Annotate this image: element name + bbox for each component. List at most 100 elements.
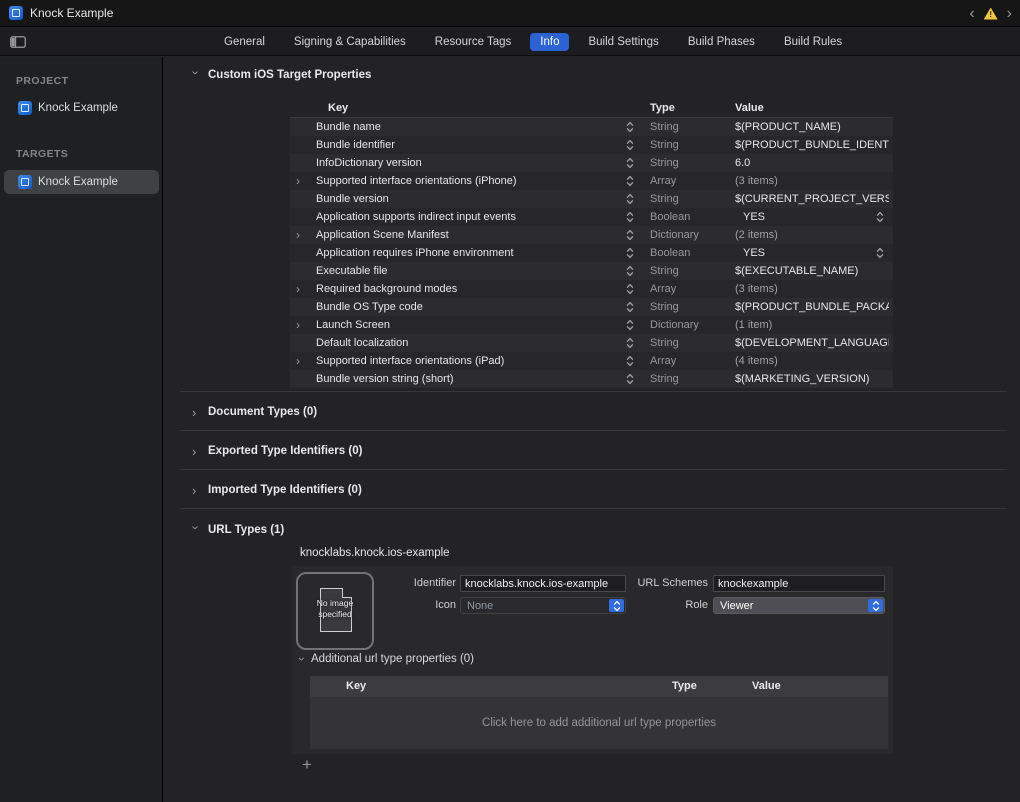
property-key-label: Supported interface orientations (iPhone…	[316, 172, 618, 190]
property-value[interactable]: 6.0	[735, 154, 889, 172]
key-stepper-icon[interactable]	[626, 318, 634, 332]
property-value[interactable]: $(PRODUCT_BUNDLE_PACKAGE_TYPE)	[735, 298, 889, 316]
url-schemes-input[interactable]	[713, 575, 885, 592]
key-stepper-icon[interactable]	[626, 354, 634, 368]
key-stepper-icon[interactable]	[626, 372, 634, 386]
tab-resource-tags[interactable]: Resource Tags	[425, 33, 522, 51]
property-row[interactable]: › Supported interface orientations (iPho…	[290, 172, 893, 190]
section-title: Document Types (0)	[208, 406, 317, 418]
property-value[interactable]: $(PRODUCT_BUNDLE_IDENTIFIER)	[735, 136, 889, 154]
disclosure-chevron-icon[interactable]: ›	[296, 280, 300, 298]
key-stepper-icon[interactable]	[626, 282, 634, 296]
property-type-label: Array	[650, 172, 730, 190]
warning-icon[interactable]	[984, 8, 998, 20]
key-stepper-icon[interactable]	[626, 174, 634, 188]
column-header-type: Type	[672, 676, 697, 697]
disclosure-chevron-icon[interactable]: ›	[296, 316, 300, 334]
forward-chevron-icon[interactable]: ›	[1007, 6, 1012, 22]
additional-properties-empty-area[interactable]: Click here to add additional url type pr…	[310, 697, 888, 749]
property-value[interactable]: $(CURRENT_PROJECT_VERSION)	[735, 190, 889, 208]
property-row[interactable]: › Application supports indirect input ev…	[290, 208, 893, 226]
project-section-header: PROJECT	[16, 75, 68, 87]
column-header-type: Type	[650, 100, 675, 117]
chevron-down-icon[interactable]: ›	[190, 525, 203, 533]
property-row[interactable]: › Supported interface orientations (iPad…	[290, 352, 893, 370]
sidebar-item-target[interactable]: Knock Example	[4, 170, 159, 194]
tab-build-rules[interactable]: Build Rules	[774, 33, 852, 51]
section-title: Exported Type Identifiers (0)	[208, 445, 362, 457]
property-row[interactable]: › Bundle OS Type code String $(PRODUCT_B…	[290, 298, 893, 316]
value-stepper-icon[interactable]	[876, 246, 884, 260]
chevron-down-icon[interactable]: ›	[295, 657, 309, 661]
column-header-value: Value	[752, 676, 781, 697]
property-row[interactable]: › Bundle version String $(CURRENT_PROJEC…	[290, 190, 893, 208]
key-stepper-icon[interactable]	[626, 192, 634, 206]
project-app-icon	[9, 6, 23, 20]
property-row[interactable]: › Application Scene Manifest Dictionary …	[290, 226, 893, 244]
section-imported-type-identifiers[interactable]: › Imported Type Identifiers (0)	[192, 482, 362, 498]
property-value[interactable]: (3 items)	[735, 172, 889, 190]
additional-properties-title: Additional url type properties (0)	[311, 653, 474, 665]
property-key-label: Bundle version string (short)	[316, 370, 618, 388]
role-dropdown[interactable]: Viewer	[713, 597, 885, 614]
property-value[interactable]: (2 items)	[735, 226, 889, 244]
section-exported-type-identifiers[interactable]: › Exported Type Identifiers (0)	[192, 443, 362, 459]
target-icon	[18, 175, 32, 189]
chevron-down-icon[interactable]: ›	[190, 70, 203, 78]
section-document-types[interactable]: › Document Types (0)	[192, 404, 317, 420]
disclosure-chevron-icon[interactable]: ›	[296, 226, 300, 244]
section-title: Custom iOS Target Properties	[208, 69, 371, 81]
window-title: Knock Example	[30, 0, 113, 26]
property-row[interactable]: › Bundle identifier String $(PRODUCT_BUN…	[290, 136, 893, 154]
property-row[interactable]: › Default localization String $(DEVELOPM…	[290, 334, 893, 352]
key-stepper-icon[interactable]	[626, 264, 634, 278]
property-row[interactable]: › Launch Screen Dictionary (1 item)	[290, 316, 893, 334]
key-stepper-icon[interactable]	[626, 336, 634, 350]
chevron-right-icon[interactable]: ›	[192, 484, 200, 497]
value-stepper-icon[interactable]	[876, 210, 884, 224]
back-chevron-icon[interactable]: ‹	[969, 6, 974, 22]
tab-info[interactable]: Info	[530, 33, 569, 51]
property-value[interactable]: $(EXECUTABLE_NAME)	[735, 262, 889, 280]
add-url-type-button[interactable]: +	[298, 756, 316, 774]
property-row[interactable]: › Required background modes Array (3 ite…	[290, 280, 893, 298]
property-value[interactable]: $(MARKETING_VERSION)	[735, 370, 889, 388]
url-type-editor: No image specified Identifier URL Scheme…	[292, 566, 893, 754]
property-row[interactable]: › Executable file String $(EXECUTABLE_NA…	[290, 262, 893, 280]
icon-label: Icon	[332, 597, 456, 614]
key-stepper-icon[interactable]	[626, 120, 634, 134]
key-stepper-icon[interactable]	[626, 228, 634, 242]
window-titlebar: Knock Example ‹ ›	[0, 0, 1020, 27]
targets-section-header: TARGETS	[16, 148, 68, 160]
sidebar-toggle-icon[interactable]	[10, 36, 26, 48]
tab-signing-capabilities[interactable]: Signing & Capabilities	[284, 33, 416, 51]
sidebar-item-project[interactable]: Knock Example	[4, 96, 159, 120]
property-value[interactable]: (1 item)	[735, 316, 889, 334]
property-row[interactable]: › Application requires iPhone environmen…	[290, 244, 893, 262]
section-url-types[interactable]: › URL Types (1)	[192, 522, 284, 538]
disclosure-chevron-icon[interactable]: ›	[296, 352, 300, 370]
disclosure-chevron-icon[interactable]: ›	[296, 172, 300, 190]
tab-bar: General Signing & Capabilities Resource Ta…	[214, 28, 852, 56]
additional-properties-header[interactable]: › Additional url type properties (0)	[300, 652, 474, 666]
chevron-right-icon[interactable]: ›	[192, 445, 200, 458]
tab-build-phases[interactable]: Build Phases	[678, 33, 765, 51]
key-stepper-icon[interactable]	[626, 138, 634, 152]
property-value[interactable]: YES	[743, 208, 869, 226]
key-stepper-icon[interactable]	[626, 246, 634, 260]
key-stepper-icon[interactable]	[626, 300, 634, 314]
property-value[interactable]: $(DEVELOPMENT_LANGUAGE)	[735, 334, 889, 352]
property-row[interactable]: › Bundle version string (short) String $…	[290, 370, 893, 388]
property-row[interactable]: › InfoDictionary version String 6.0	[290, 154, 893, 172]
tab-build-settings[interactable]: Build Settings	[578, 33, 668, 51]
tab-general[interactable]: General	[214, 33, 275, 51]
key-stepper-icon[interactable]	[626, 156, 634, 170]
property-value[interactable]: $(PRODUCT_NAME)	[735, 118, 889, 136]
property-value[interactable]: (3 items)	[735, 280, 889, 298]
chevron-right-icon[interactable]: ›	[192, 406, 200, 419]
property-value[interactable]: (4 items)	[735, 352, 889, 370]
section-custom-ios-target-properties[interactable]: › Custom iOS Target Properties	[192, 67, 371, 83]
key-stepper-icon[interactable]	[626, 210, 634, 224]
property-row[interactable]: › Bundle name String $(PRODUCT_NAME)	[290, 118, 893, 136]
property-value[interactable]: YES	[743, 244, 869, 262]
